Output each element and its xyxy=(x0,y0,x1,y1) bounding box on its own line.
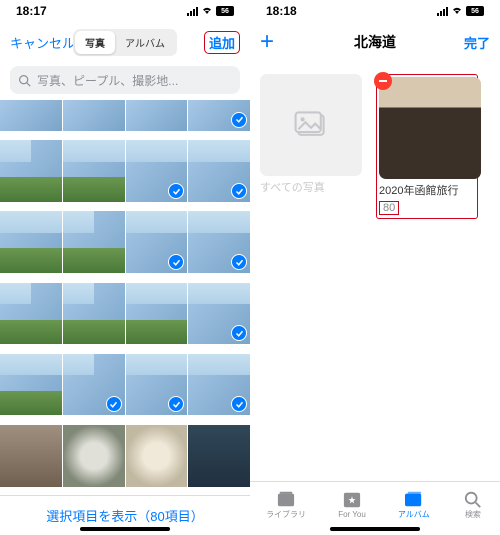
checkmark-icon xyxy=(43,396,59,412)
checkmark-icon xyxy=(106,396,122,412)
battery-icon: 56 xyxy=(466,6,484,16)
photo-thumb[interactable] xyxy=(188,140,250,202)
tab-library[interactable]: ライブラリ xyxy=(266,490,306,520)
checkmark-icon xyxy=(231,254,247,270)
wifi-icon xyxy=(201,5,213,18)
done-button[interactable]: 完了 xyxy=(464,33,490,52)
nav-bar: キャンセル 写真 アルバム 追加 xyxy=(0,22,250,62)
home-indicator xyxy=(330,527,420,531)
checkmark-icon xyxy=(231,325,247,341)
foryou-icon xyxy=(341,491,363,509)
segmented-control[interactable]: 写真 アルバム xyxy=(73,29,177,56)
album-tile-all-photos[interactable]: すべての写真 xyxy=(260,74,362,219)
search-placeholder: 写真、ピープル、撮影地... xyxy=(37,72,178,89)
photo-thumb[interactable] xyxy=(63,140,125,202)
photos-placeholder-icon xyxy=(294,111,328,139)
show-selected-button[interactable]: 選択項目を表示（80項目） xyxy=(46,506,203,525)
checkmark-icon xyxy=(168,325,184,341)
photo-thumb[interactable] xyxy=(126,354,188,416)
tab-albums[interactable]: アルバム xyxy=(398,490,430,520)
add-album-button[interactable]: + xyxy=(260,30,274,54)
tab-search[interactable]: 検索 xyxy=(462,490,484,520)
photo-thumb[interactable] xyxy=(63,100,125,131)
photo-thumb[interactable] xyxy=(63,425,125,487)
status-time: 18:18 xyxy=(266,4,297,18)
photo-thumb[interactable] xyxy=(63,211,125,273)
photo-thumb[interactable] xyxy=(126,211,188,273)
photo-thumb[interactable] xyxy=(188,283,250,345)
signal-icon xyxy=(187,7,198,16)
photo-thumb[interactable] xyxy=(188,211,250,273)
checkmark-icon xyxy=(168,396,184,412)
nav-title: 北海道 xyxy=(354,32,396,52)
search-icon xyxy=(18,74,31,87)
checkmark-icon xyxy=(231,112,247,128)
search-icon xyxy=(462,490,484,508)
photo-thumb[interactable] xyxy=(188,100,250,131)
add-button[interactable]: 追加 xyxy=(204,31,240,54)
checkmark-icon xyxy=(231,183,247,199)
photo-thumb[interactable] xyxy=(0,100,62,131)
checkmark-icon xyxy=(106,254,122,270)
photo-thumb[interactable] xyxy=(126,100,188,131)
status-bar: 18:17 56 xyxy=(0,0,250,22)
phone-left: 18:17 56 キャンセル 写真 アルバム 追加 写真、ピープル、撮影地... xyxy=(0,0,250,535)
photo-thumb[interactable] xyxy=(188,425,250,487)
checkmark-icon xyxy=(43,183,59,199)
nav-bar: + 北海道 完了 xyxy=(250,22,500,62)
photo-thumb[interactable] xyxy=(126,425,188,487)
album-tile-trip[interactable]: 2020年函館旅行 80 xyxy=(376,74,478,219)
cancel-button[interactable]: キャンセル xyxy=(10,33,75,52)
checkmark-icon xyxy=(106,183,122,199)
phone-right: 18:18 56 + 北海道 完了 すべての写真 2020年 xyxy=(250,0,500,535)
photo-thumb[interactable] xyxy=(0,425,62,487)
photo-thumb[interactable] xyxy=(0,211,62,273)
photo-thumb[interactable] xyxy=(188,354,250,416)
albums-icon xyxy=(403,490,425,508)
tab-foryou[interactable]: For You xyxy=(338,491,366,519)
checkmark-icon xyxy=(168,183,184,199)
seg-albums[interactable]: アルバム xyxy=(115,31,175,54)
home-indicator xyxy=(80,527,170,531)
photo-thumb[interactable] xyxy=(126,283,188,345)
album-label: すべての写真 xyxy=(260,179,362,195)
photo-thumb[interactable] xyxy=(63,283,125,345)
library-icon xyxy=(275,490,297,508)
checkmark-icon xyxy=(106,325,122,341)
search-input[interactable]: 写真、ピープル、撮影地... xyxy=(10,66,240,94)
seg-photos[interactable]: 写真 xyxy=(75,31,115,54)
signal-icon xyxy=(437,7,448,16)
checkmark-icon xyxy=(231,396,247,412)
photo-thumb[interactable] xyxy=(0,140,62,202)
photo-thumb[interactable] xyxy=(63,354,125,416)
checkmark-icon xyxy=(43,254,59,270)
status-time: 18:17 xyxy=(16,4,47,18)
checkmark-icon xyxy=(168,254,184,270)
album-label: 2020年函館旅行 xyxy=(379,182,475,198)
checkmark-icon xyxy=(43,325,59,341)
status-indicators: 56 xyxy=(437,5,484,18)
photo-grid xyxy=(0,100,250,495)
status-bar: 18:18 56 xyxy=(250,0,500,22)
battery-icon: 56 xyxy=(216,6,234,16)
wifi-icon xyxy=(451,5,463,18)
album-count: 80 xyxy=(379,201,399,215)
album-thumbnail xyxy=(379,77,481,179)
album-thumbnail xyxy=(260,74,362,176)
photo-thumb[interactable] xyxy=(0,354,62,416)
status-indicators: 56 xyxy=(187,5,234,18)
remove-album-button[interactable] xyxy=(374,72,392,90)
photo-thumb[interactable] xyxy=(0,283,62,345)
photo-thumb[interactable] xyxy=(126,140,188,202)
albums-content: すべての写真 2020年函館旅行 80 xyxy=(250,62,500,481)
